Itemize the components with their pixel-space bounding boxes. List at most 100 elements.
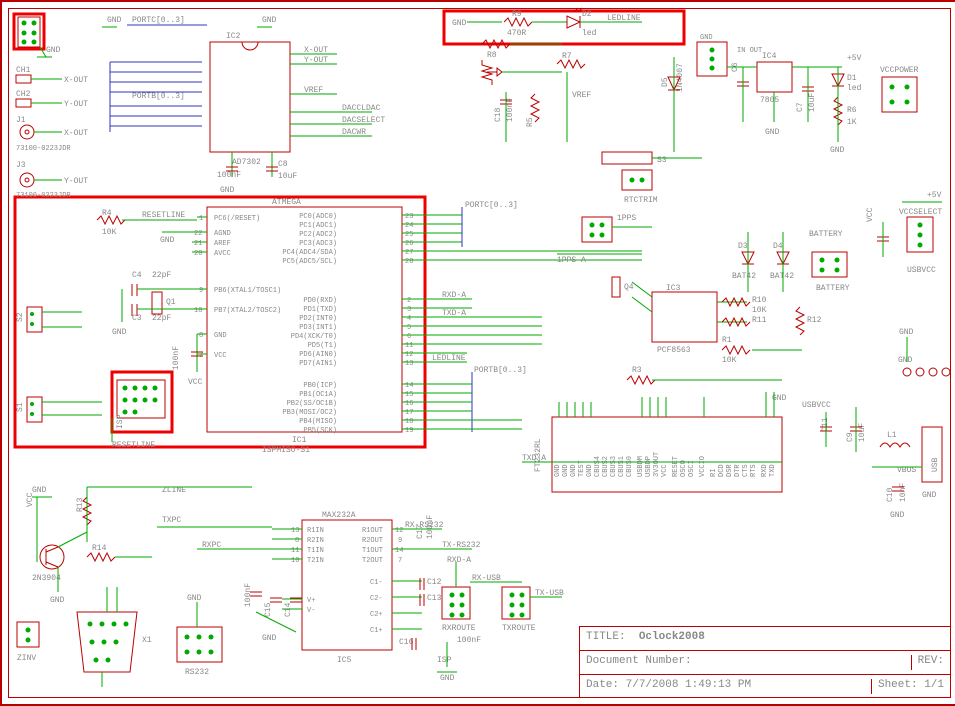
svg-text:PD5(T1): PD5(T1) [308, 342, 337, 350]
svg-text:GND: GND [765, 128, 780, 137]
svg-text:DACCLDAC: DACCLDAC [342, 104, 381, 113]
svg-text:Q4: Q4 [624, 283, 634, 292]
svg-text:R14: R14 [92, 544, 107, 553]
rxroute-connector [442, 587, 470, 619]
ic1-left-pins: PC6(/RESET)1 AGND22 AREF21 AVCC20 PB6(XT… [192, 215, 281, 360]
svg-text:USBVCC: USBVCC [802, 401, 831, 410]
svg-text:TXD: TXD [769, 464, 777, 477]
svg-text:led: led [847, 84, 862, 93]
svg-text:TEST: TEST [578, 460, 586, 477]
net-portb-label: PORTB[0..3] [132, 92, 185, 101]
svg-text:PD1(TXD): PD1(TXD) [303, 306, 337, 314]
svg-text:17: 17 [405, 409, 413, 417]
svg-text:3V3OUT: 3V3OUT [653, 452, 661, 477]
j2-val: 73100-0223JDR [16, 192, 71, 200]
schematic-svg: GND GND PORTC[0..3] GND CH1 X-OUT CH2 Y-… [2, 2, 955, 704]
svg-text:C17: C17 [416, 524, 425, 539]
svg-text:PB4(MISO): PB4(MISO) [299, 418, 337, 426]
svg-text:C13: C13 [427, 594, 442, 603]
ic1-heading: ATMEGA [272, 198, 301, 207]
svg-text:C2+: C2+ [370, 611, 383, 619]
svg-text:PD2(INT0): PD2(INT0) [299, 315, 337, 323]
svg-text:GND: GND [32, 486, 47, 495]
svg-text:GND: GND [187, 594, 202, 603]
svg-text:5: 5 [407, 324, 411, 332]
svg-text:GND: GND [922, 491, 937, 500]
ic1-right-pins: PC0(ADC0)23 PC1(ADC1)24 PC2(ADC2)25 PC3(… [282, 213, 413, 435]
ch2-label: CH2 [16, 90, 31, 99]
svg-text:9: 9 [398, 537, 402, 545]
svg-text:VCCIO: VCCIO [699, 456, 707, 477]
titleblock-date-label: Date: [586, 679, 619, 691]
titleblock-sheet-label: Sheet: [878, 679, 918, 691]
svg-text:C2-: C2- [370, 595, 383, 603]
svg-text:20: 20 [194, 250, 202, 258]
svg-text:PD6(AIN0): PD6(AIN0) [299, 351, 337, 359]
svg-text:R6: R6 [847, 106, 857, 115]
svg-text:10uF: 10uF [278, 172, 297, 181]
svg-text:1K: 1K [847, 118, 857, 127]
svg-text:PB0(ICP): PB0(ICP) [303, 382, 337, 390]
j1-label: J1 [16, 116, 26, 125]
svg-text:Q1: Q1 [166, 298, 176, 307]
svg-text:22: 22 [194, 230, 202, 238]
svg-text:18: 18 [405, 418, 413, 426]
svg-text:26: 26 [405, 240, 413, 248]
ft232-pins: GND GND GND TEST GND CBUS4 CBUS2 CBUS3 C… [554, 452, 777, 477]
svg-text:100nF: 100nF [457, 636, 481, 645]
svg-text:RESETLINE: RESETLINE [142, 211, 185, 220]
svg-text:10uF: 10uF [858, 423, 867, 442]
svg-text:12: 12 [395, 527, 403, 535]
svg-text:GND: GND [570, 464, 578, 477]
svg-text:2N3904: 2N3904 [32, 574, 61, 583]
titleblock-date: 7/7/2008 1:49:13 PM [626, 679, 751, 691]
ic1-ref: IC1 [292, 436, 307, 445]
svg-text:AGND: AGND [214, 230, 231, 238]
svg-text:C10: C10 [886, 487, 895, 502]
svg-text:10K: 10K [722, 356, 737, 365]
svg-text:DCD: DCD [718, 464, 726, 477]
titleblock-doc-label: Document Number: [586, 655, 692, 670]
svg-text:VCC: VCC [188, 378, 203, 387]
svg-text:TXD-A: TXD-A [522, 454, 546, 463]
svg-text:led: led [582, 29, 597, 38]
svg-text:RXD-A: RXD-A [447, 556, 471, 565]
svg-text:R2OUT: R2OUT [362, 537, 383, 545]
svg-text:RTS: RTS [750, 464, 758, 477]
svg-text:R12: R12 [807, 316, 822, 325]
svg-text:3: 3 [407, 306, 411, 314]
svg-text:GND: GND [700, 34, 713, 42]
svg-text:CBUS3: CBUS3 [610, 456, 618, 477]
svg-text:PORTC[0..3]: PORTC[0..3] [465, 201, 518, 210]
ic2-body [210, 42, 290, 152]
svg-text:R3: R3 [632, 366, 642, 375]
svg-text:RXROUTE: RXROUTE [442, 624, 476, 633]
titleblock-rev-label: REV: [918, 655, 944, 667]
svg-text:PD0(RXD): PD0(RXD) [303, 297, 337, 305]
svg-text:BAT42: BAT42 [732, 272, 756, 281]
svg-text:R1OUT: R1OUT [362, 527, 383, 535]
svg-text:VCC: VCC [866, 207, 875, 222]
net-gnd-label: GND [107, 16, 122, 25]
svg-text:C15: C15 [264, 602, 273, 617]
svg-text:CBUS1: CBUS1 [618, 456, 626, 477]
svg-text:T1IN: T1IN [307, 547, 324, 555]
svg-text:X1: X1 [142, 636, 152, 645]
db9-connector [77, 612, 137, 672]
svg-text:19: 19 [405, 427, 413, 435]
crystal-q4 [612, 277, 620, 297]
highlight-box [444, 11, 684, 44]
svg-text:V-: V- [307, 607, 315, 615]
svg-text:R1IN: R1IN [307, 527, 324, 535]
svg-text:C16: C16 [399, 638, 414, 647]
svg-text:RTCTRIM: RTCTRIM [624, 196, 658, 205]
svg-text:15: 15 [405, 391, 413, 399]
ic2-ref: IC2 [226, 32, 241, 41]
svg-text:1PPS-A: 1PPS-A [557, 256, 586, 265]
svg-text:IN OUT: IN OUT [737, 47, 762, 55]
svg-text:PC6(/RESET): PC6(/RESET) [214, 215, 260, 223]
j1-val: 73100-0223JDR [16, 145, 71, 153]
ic2-part: AD7302 [232, 158, 261, 167]
titleblock-sheet: 1/1 [924, 679, 944, 691]
svg-text:R5: R5 [526, 117, 535, 127]
